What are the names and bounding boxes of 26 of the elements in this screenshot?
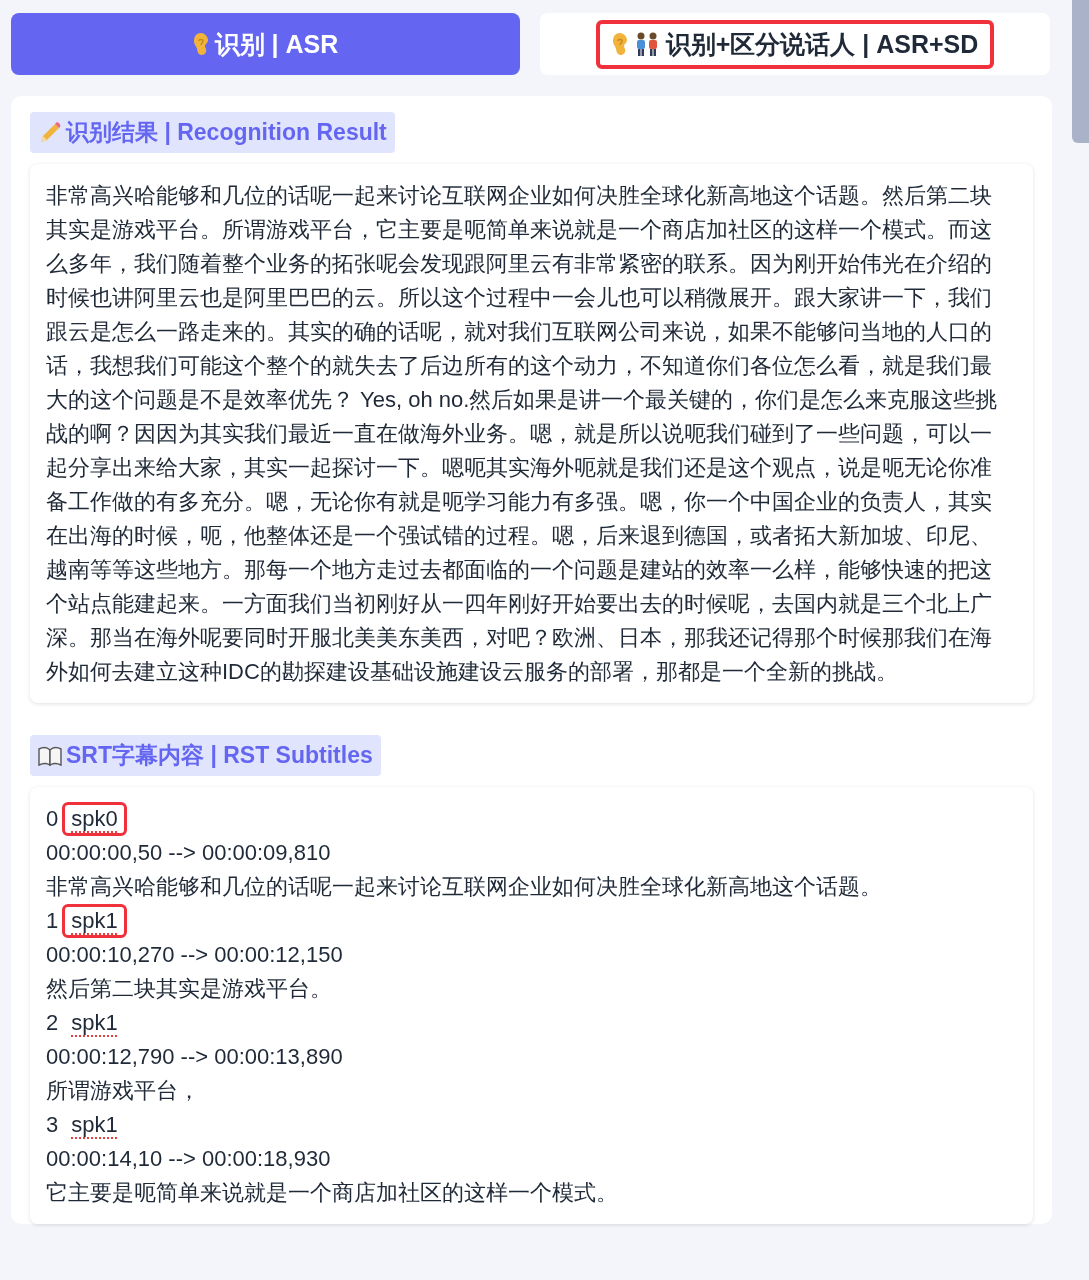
heading-text: SRT字幕内容 | RST Subtitles	[66, 741, 373, 770]
subtitle-text: 所谓游戏平台，	[46, 1077, 200, 1105]
subtitle-time: 00:00:00,50 --> 00:00:09,810	[46, 839, 331, 867]
pencil-icon	[38, 120, 62, 145]
mode-tab[interactable]: 识别+区分说话人 | ASR+SD	[540, 13, 1050, 75]
subtitle-index: 1	[46, 907, 59, 935]
book-icon	[38, 745, 62, 766]
ear-icon	[192, 32, 209, 56]
subtitle-text: 然后第二块其实是游戏平台。	[46, 975, 332, 1003]
subtitle-time: 00:00:12,790 --> 00:00:13,890	[46, 1043, 343, 1071]
subtitle-text: 非常高兴哈能够和几位的话呢一起来讨论互联网企业如何决胜全球化新高地这个话题。	[46, 873, 882, 901]
speaker-label: spk1	[70, 1009, 119, 1037]
subtitle-time: 00:00:10,270 --> 00:00:12,150	[46, 941, 343, 969]
speaker-label: spk1	[70, 1111, 119, 1139]
speaker-label: spk0	[62, 802, 127, 836]
subtitle-index: 3	[46, 1111, 59, 1139]
transcript-text: 非常高兴哈能够和几位的话呢一起来讨论互联网企业如何决胜全球化新高地这个话题。然后第二块其实是游戏平台。所谓游戏平台，它主要是呃简单来说就是一个商店加社区的这样一个模式。而这么多年，我们随着整个业务的拓张呢会发现跟阿里云有非常紧密的联系。因为刚开始伟光在介绍的时候也讲阿里云也是阿里巴巴的云。所以这个过程中一会儿也可以稍微展开。跟大家讲一下，我们跟云是怎么一路走来的。其实的确的话呢，就对我们互联网公司来说，如果不能够问当地的人口的话，我想我们可能这个整个的就失去了后边所有的这个动力，不知道你们各位怎么看，就是我们最大的这个问题是不是效率优先？ Yes, oh no.然后如果是讲一个最关键的，你们是怎么来克服这些挑战的啊？因因为其实我们最近一直在做海外业务。嗯，就是所以说呃我们碰到了一些问题，可以一起分享出来给大家，其实一起探讨一下。嗯呃其实海外呃就是我们还是这个观点，说是呃无论你准备工作做的有多充分。嗯，无论你有就是呃学习能力有多强。嗯，你一个中国企业的负责人，其实在出海的时候，呃，他整体还是一个强试错的过程。嗯，后来退到德国，或者拓大新加坡、印尼、越南等等这些地方。那每一个地方走过去都面临的一个问题是建站的效率一么样，能够快速的把这个站点能建起来。一方面我们当初刚好从一四年刚好开始要出去的时候呢，去国内就是三个北上广深。那当在海外呢要同时开服北美美东美西，对吧？欧洲、日本，那我还记得那个时候那我们在海外如何去建立这种IDC的勘探建设基础设施建设云服务的部署，那都是一个全新的挑战。	[46, 182, 998, 686]
subtitle-text: 它主要是呃简单来说就是一个商店加社区的这样一个模式。	[46, 1179, 618, 1207]
subtitle-index: 2	[46, 1009, 59, 1037]
subtitle-time: 00:00:14,10 --> 00:00:18,930	[46, 1145, 331, 1173]
subtitle-index: 0	[46, 805, 59, 833]
speaker-label: spk1	[62, 904, 127, 938]
scrollbar-thumb[interactable]	[1072, 0, 1089, 143]
mode-tab[interactable]: 识别 | ASR	[11, 13, 520, 75]
ear-icon	[611, 32, 628, 56]
heading-text: 识别结果 | Recognition Result	[66, 118, 387, 147]
